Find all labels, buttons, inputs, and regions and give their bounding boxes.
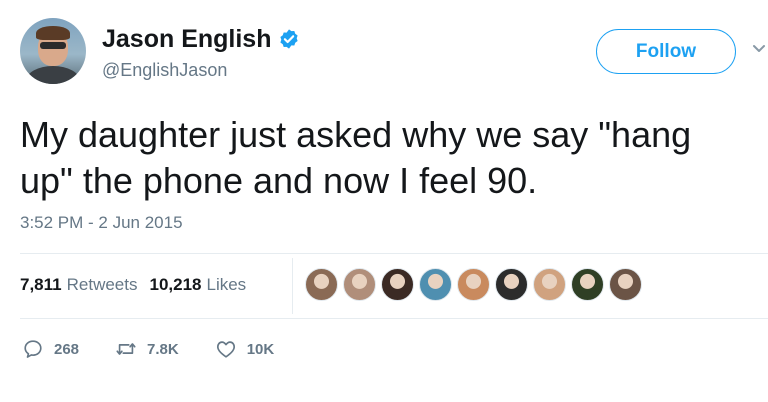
profile-avatar[interactable] (20, 18, 86, 84)
retweets-label: Retweets (66, 275, 138, 294)
chevron-down-icon[interactable] (752, 44, 766, 54)
tweet-timestamp[interactable]: 3:52 PM - 2 Jun 2015 (20, 213, 183, 233)
liker-avatar-1[interactable] (305, 268, 338, 301)
divider-top (20, 253, 768, 254)
display-name[interactable]: Jason English (102, 25, 271, 54)
likes-label: Likes (206, 275, 247, 294)
tweet-actions: 268 7.8K 10K (22, 338, 310, 360)
reply-count: 268 (54, 340, 80, 358)
reply-icon (24, 340, 42, 358)
avatar-hair (36, 26, 70, 40)
liker-avatar-6[interactable] (495, 268, 528, 301)
liker-avatar-2[interactable] (343, 268, 376, 301)
stats-separator (292, 258, 293, 314)
divider-bottom (20, 318, 768, 319)
retweets-count: 7,811 (20, 275, 62, 294)
likes-stat[interactable]: 10,218 Likes (149, 275, 246, 295)
liker-avatar-7[interactable] (533, 268, 566, 301)
heart-icon (216, 341, 235, 358)
author-name-row[interactable]: Jason English (102, 24, 300, 54)
like-count: 10K (246, 340, 275, 358)
like-action[interactable]: 10K (215, 338, 275, 360)
likes-count: 10,218 (149, 275, 202, 294)
liker-avatar-3[interactable] (381, 268, 414, 301)
verified-badge-icon (280, 29, 299, 49)
avatar-glasses (40, 42, 66, 49)
retweet-icon (116, 343, 136, 355)
likers-avatar-list (305, 268, 647, 301)
liker-avatar-9[interactable] (609, 268, 642, 301)
tweet-stats: 7,811 Retweets 10,218 Likes (20, 275, 246, 295)
liker-avatar-8[interactable] (571, 268, 604, 301)
liker-avatar-5[interactable] (457, 268, 490, 301)
follow-button[interactable]: Follow (596, 29, 736, 74)
retweet-count: 7.8K (147, 340, 179, 358)
liker-avatar-4[interactable] (419, 268, 452, 301)
tweet-text: My daughter just asked why we say "hang … (20, 114, 692, 201)
retweets-stat[interactable]: 7,811 Retweets (20, 275, 137, 295)
retweet-action[interactable]: 7.8K (115, 338, 179, 360)
user-handle[interactable]: @EnglishJason (102, 60, 227, 81)
avatar-shirt (26, 66, 80, 84)
reply-action[interactable]: 268 (22, 338, 79, 360)
